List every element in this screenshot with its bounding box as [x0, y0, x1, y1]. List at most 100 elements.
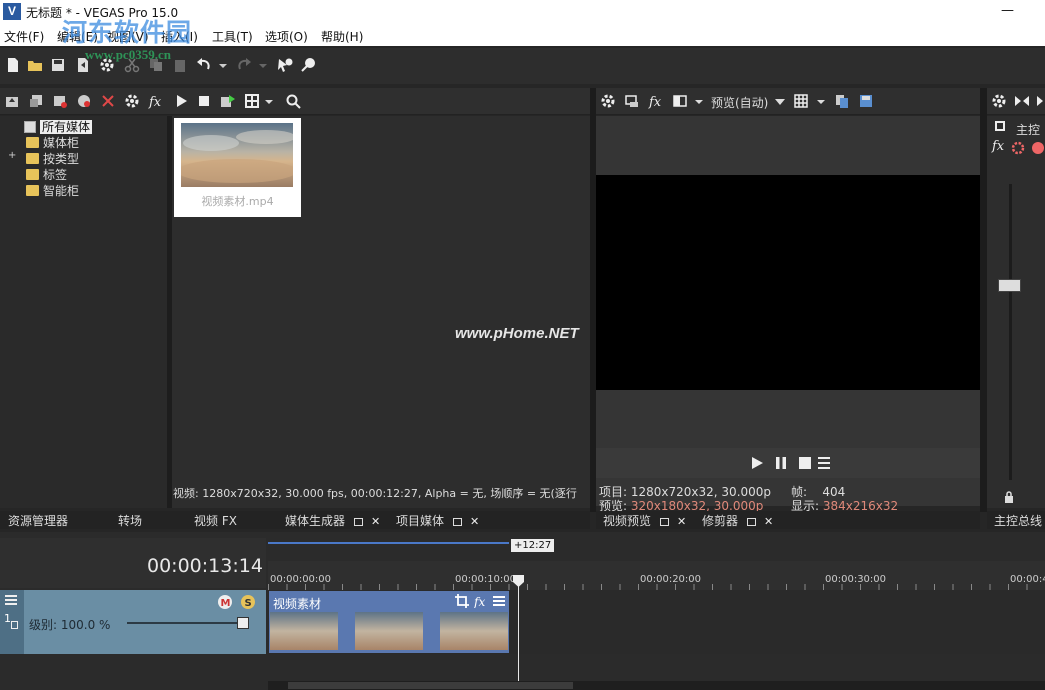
copy-snapshot-icon[interactable] [834, 93, 850, 109]
close-tab-icon[interactable]: ✕ [371, 515, 380, 528]
open-folder-icon[interactable] [27, 57, 43, 73]
views-icon[interactable] [244, 93, 260, 109]
preview-play-icon[interactable] [750, 456, 764, 470]
remove-media-icon[interactable] [100, 93, 116, 109]
tree-item-smart-bins[interactable]: 智能柜 [26, 182, 79, 199]
mixer-more-icon[interactable] [1035, 93, 1045, 109]
redo-dropdown-icon[interactable] [258, 57, 268, 73]
timeline-timecode: 00:00:13:14 [147, 555, 263, 577]
media-fx-icon[interactable]: fx [148, 93, 164, 109]
timeline-horizontal-scrollbar[interactable] [268, 681, 1045, 690]
track-level-slider[interactable] [127, 622, 243, 624]
preview-stop-icon[interactable] [798, 456, 812, 470]
new-project-icon[interactable] [5, 57, 21, 73]
master-bus-label: 主控 [1016, 123, 1041, 137]
menu-options[interactable]: 选项(O) [265, 28, 308, 45]
time-ruler[interactable]: 00:00:00:00 00:00:10:00 00:00:20:00 00:0… [268, 561, 1045, 590]
master-fx-icon[interactable]: fx [992, 139, 1004, 154]
float-window-icon[interactable] [747, 518, 757, 526]
menu-tools[interactable]: 工具(T) [212, 28, 253, 45]
mixer-settings-icon[interactable] [1011, 141, 1025, 155]
preview-pause-icon[interactable] [774, 456, 788, 470]
track-number: 1 [4, 612, 11, 625]
capture-video-icon[interactable] [52, 93, 68, 109]
whats-this-help-icon[interactable] [277, 57, 293, 73]
undo-dropdown-icon[interactable] [218, 57, 228, 73]
stop-icon[interactable] [196, 93, 212, 109]
tab-media-generators[interactable]: 媒体生成器 ✕ [285, 511, 380, 529]
watermark-site-name: 河东软件园 [62, 18, 193, 47]
mixer-downmix-icon[interactable] [1014, 93, 1030, 109]
media-file-name: 视频素材.mp4 [201, 195, 274, 208]
paste-icon[interactable] [172, 57, 188, 73]
close-tab-icon[interactable]: ✕ [677, 515, 686, 528]
video-output-fx-icon[interactable]: fx [648, 93, 664, 109]
clip-menu-icon[interactable] [492, 595, 506, 607]
clip-crop-icon[interactable] [455, 594, 469, 608]
app-logo-icon: V [3, 3, 21, 20]
tree-item-tags[interactable]: 标签 [26, 166, 67, 183]
master-volume-fader[interactable] [998, 279, 1021, 292]
tab-trimmer[interactable]: 修剪器 ✕ [702, 511, 773, 529]
preview-quality-dropdown-icon[interactable] [774, 93, 786, 109]
help-icon[interactable] [300, 57, 316, 73]
play-icon[interactable] [173, 93, 189, 109]
save-icon[interactable] [50, 57, 66, 73]
tree-item-by-type[interactable]: 按类型 [26, 150, 79, 167]
overlays-grid-icon[interactable] [793, 93, 809, 109]
up-folder-icon[interactable] [4, 93, 20, 109]
mixer-bypass-icon[interactable] [1031, 141, 1045, 155]
master-volume-track [1009, 184, 1012, 480]
tree-item-all-media[interactable]: 所有媒体 [24, 118, 93, 135]
auto-preview-icon[interactable] [220, 93, 236, 109]
track-menu-icon[interactable] [4, 594, 18, 606]
track-mute-icon[interactable]: M [217, 594, 233, 610]
overlays-dropdown-icon[interactable] [816, 93, 826, 109]
track-level-thumb[interactable] [237, 617, 249, 629]
tab-video-fx[interactable]: 视频 FX [194, 511, 237, 529]
tree-expander-by-type[interactable]: + [8, 150, 16, 161]
tab-video-preview[interactable]: 视频预览 ✕ [603, 511, 686, 529]
panel-divider[interactable] [980, 88, 987, 512]
preview-properties-gear-icon[interactable] [600, 93, 616, 109]
close-tab-icon[interactable]: ✕ [764, 515, 773, 528]
media-properties-icon[interactable] [124, 93, 140, 109]
float-window-icon[interactable] [354, 518, 364, 526]
float-window-icon[interactable] [453, 518, 463, 526]
split-dropdown-icon[interactable] [694, 93, 704, 109]
tab-master-bus[interactable]: 主控总线 [994, 511, 1042, 529]
import-media-icon[interactable] [28, 93, 44, 109]
media-thumbnail [181, 123, 293, 187]
scrollbar-thumb[interactable] [288, 682, 573, 689]
preview-quality-label[interactable]: 预览(自动) [711, 94, 768, 111]
loop-region-bar[interactable] [268, 541, 509, 545]
playhead-handle-icon[interactable] [513, 575, 524, 587]
close-tab-icon[interactable]: ✕ [470, 515, 479, 528]
menu-help[interactable]: 帮助(H) [321, 28, 363, 45]
tree-item-media-bins[interactable]: 媒体柜 [26, 134, 79, 151]
preview-menu-icon[interactable] [817, 456, 831, 470]
save-snapshot-icon[interactable] [858, 93, 874, 109]
split-screen-icon[interactable] [672, 93, 688, 109]
tab-project-media[interactable]: 项目媒体 ✕ [396, 511, 479, 529]
mixer-properties-gear-icon[interactable] [991, 93, 1007, 109]
views-dropdown-icon[interactable] [264, 93, 274, 109]
explorer-toolbar: fx [0, 88, 590, 115]
clip-frame-thumbnails [270, 612, 508, 650]
menu-file[interactable]: 文件(F) [4, 28, 44, 45]
clip-fx-icon[interactable]: fx [474, 594, 488, 608]
get-media-web-icon[interactable] [76, 93, 92, 109]
preview-device-icon[interactable] [624, 93, 640, 109]
tab-explorer[interactable]: 资源管理器 [8, 511, 68, 529]
playhead-cursor[interactable] [518, 575, 519, 685]
undo-icon[interactable] [196, 57, 212, 73]
tab-transitions[interactable]: 转场 [118, 511, 142, 529]
lock-icon[interactable] [1004, 491, 1014, 503]
float-window-icon[interactable] [660, 518, 670, 526]
search-icon[interactable] [285, 93, 301, 109]
minimize-button[interactable]: — [985, 0, 1030, 24]
preview-screen[interactable] [596, 175, 980, 390]
preview-transport-bar [596, 448, 980, 478]
track-solo-icon[interactable]: S [240, 594, 256, 610]
redo-icon[interactable] [236, 57, 252, 73]
